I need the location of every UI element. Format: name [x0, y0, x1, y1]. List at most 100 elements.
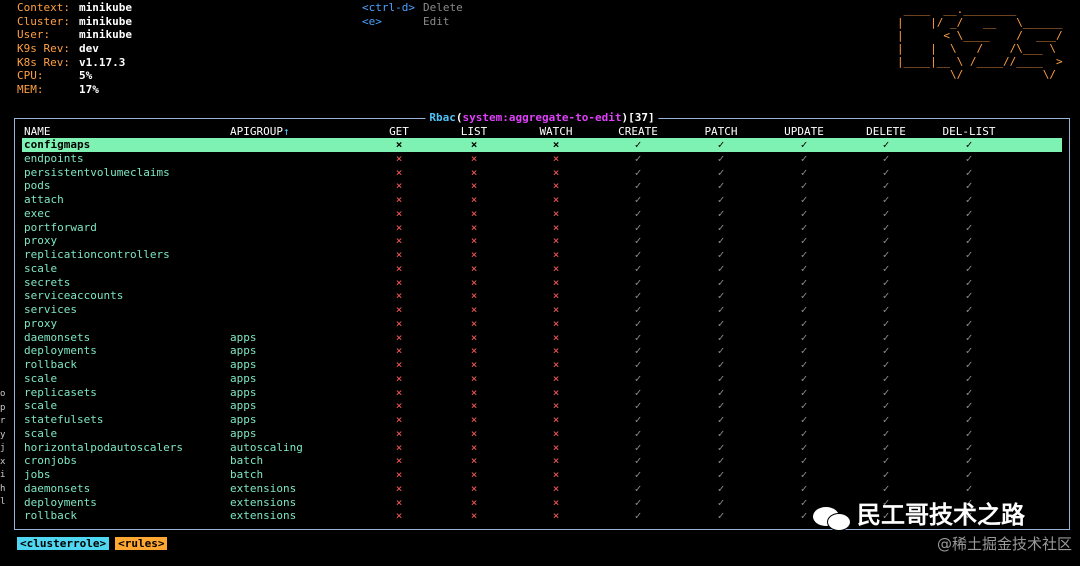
permission-mark: × [395, 261, 403, 275]
resource-name: rollback [24, 509, 77, 523]
cluster-info-row: Cluster: minikube [17, 15, 132, 29]
cluster-info-value: minikube [79, 28, 132, 42]
table-row[interactable]: scale apps × × × ✓ ✓ ✓ ✓ ✓ [15, 372, 1069, 386]
cluster-info-value: dev [79, 42, 99, 56]
permission-mark: ✓ [634, 358, 642, 371]
watermark-text: 民工哥技术之路 [857, 501, 1025, 530]
permission-mark: × [470, 454, 478, 468]
cluster-info-row: K8s Rev: v1.17.3 [17, 56, 132, 70]
table-row[interactable]: persistentvolumeclaims × × × ✓ ✓ ✓ ✓ ✓ [15, 166, 1069, 180]
table-row[interactable]: attach × × × ✓ ✓ ✓ ✓ ✓ [15, 193, 1069, 207]
permission-mark: × [395, 481, 403, 495]
table-row[interactable]: scale apps × × × ✓ ✓ ✓ ✓ ✓ [15, 427, 1069, 441]
permission-mark: × [395, 371, 403, 385]
column-header-apigroup[interactable]: APIGROUP↑ [230, 125, 290, 139]
table-row[interactable]: jobs batch × × × ✓ ✓ ✓ ✓ ✓ [15, 468, 1069, 482]
table-row[interactable]: scale apps × × × ✓ ✓ ✓ ✓ ✓ [15, 399, 1069, 413]
table-row[interactable]: serviceaccounts × × × ✓ ✓ ✓ ✓ ✓ [15, 289, 1069, 303]
permission-mark: ✓ [634, 303, 642, 316]
shortcut-edit[interactable]: <e> Edit [362, 15, 463, 29]
column-header-label: GET [389, 125, 409, 138]
permission-mark: ✓ [634, 275, 642, 289]
table-row[interactable]: services × × × ✓ ✓ ✓ ✓ ✓ [15, 303, 1069, 317]
permission-mark: × [395, 289, 403, 303]
permission-mark: ✓ [717, 316, 725, 330]
permission-mark: × [395, 440, 403, 454]
permission-mark: ✓ [965, 454, 973, 468]
table-row[interactable]: cronjobs batch × × × ✓ ✓ ✓ ✓ ✓ [15, 454, 1069, 468]
table-row[interactable]: endpoints × × × ✓ ✓ ✓ ✓ ✓ [15, 152, 1069, 166]
table-row[interactable]: proxy × × × ✓ ✓ ✓ ✓ ✓ [15, 234, 1069, 248]
permission-mark: ✓ [717, 509, 725, 523]
permission-mark: × [470, 399, 478, 413]
permission-mark: ✓ [634, 151, 642, 165]
breadcrumb-item[interactable]: <rules> [115, 537, 168, 550]
permission-mark: ✓ [717, 413, 725, 426]
permission-mark: ✓ [882, 344, 890, 358]
table-row[interactable]: horizontalpodautoscalers autoscaling × × × ✓ ✓… [15, 441, 1069, 455]
cluster-info-row: User: minikube [17, 28, 132, 42]
permission-mark: ✓ [800, 454, 808, 468]
permission-mark: ✓ [634, 344, 642, 358]
permission-mark: ✓ [634, 179, 642, 193]
permission-mark: × [552, 344, 560, 358]
permission-mark: × [395, 165, 403, 179]
table-row[interactable]: replicasets apps × × × ✓ ✓ ✓ ✓ ✓ [15, 386, 1069, 400]
resource-apigroup: apps [230, 371, 257, 385]
permission-mark: × [470, 316, 478, 330]
permission-mark: ✓ [717, 371, 725, 385]
permission-mark: ✓ [717, 303, 725, 316]
table-row[interactable]: daemonsets extensions × × × ✓ ✓ ✓ ✓ ✓ [15, 482, 1069, 496]
left-edge-glyph: x [0, 456, 6, 467]
permission-mark: ✓ [717, 234, 725, 248]
table-row[interactable]: rollback apps × × × ✓ ✓ ✓ ✓ ✓ [15, 358, 1069, 372]
permission-mark: ✓ [965, 193, 973, 206]
left-edge-glyph: h [0, 483, 6, 494]
permission-mark: ✓ [882, 261, 890, 275]
column-header-name[interactable]: NAME [24, 125, 51, 139]
resource-apigroup: batch [230, 454, 264, 468]
permission-mark: × [395, 344, 403, 358]
permission-mark: × [395, 303, 403, 316]
left-edge-glyph: j [0, 443, 6, 453]
permission-mark: × [395, 316, 403, 330]
cluster-info-row: Context: minikube [17, 1, 132, 15]
shortcut-action: Edit [423, 14, 450, 28]
permission-mark: ✓ [634, 399, 642, 413]
permission-mark: ✓ [717, 330, 725, 344]
table-row[interactable]: exec × × × ✓ ✓ ✓ ✓ ✓ [15, 207, 1069, 221]
permission-mark: ✓ [717, 468, 725, 481]
table-row[interactable]: portforward × × × ✓ ✓ ✓ ✓ ✓ [15, 221, 1069, 235]
permission-mark: × [470, 234, 478, 248]
permission-mark: ✓ [634, 509, 642, 523]
permission-mark: ✓ [965, 330, 973, 344]
permission-mark: ✓ [882, 289, 890, 303]
table-row[interactable]: proxy × × × ✓ ✓ ✓ ✓ ✓ [15, 317, 1069, 331]
shortcut-delete[interactable]: <ctrl-d> Delete [362, 1, 463, 15]
permission-mark: ✓ [882, 468, 890, 481]
table-row[interactable]: deployments apps × × × ✓ ✓ ✓ ✓ ✓ [15, 344, 1069, 358]
table-row[interactable]: replicationcontrollers × × × ✓ ✓ ✓ ✓ ✓ [15, 248, 1069, 262]
permission-mark: ✓ [634, 220, 642, 234]
resource-name: portforward [24, 220, 97, 234]
permission-mark: ✓ [800, 316, 808, 330]
breadcrumb-item[interactable]: <clusterrole> [17, 537, 110, 550]
permission-mark: ✓ [882, 385, 890, 399]
permission-mark: ✓ [800, 275, 808, 289]
permission-mark: ✓ [965, 206, 973, 220]
table-row[interactable]: scale × × × ✓ ✓ ✓ ✓ ✓ [15, 262, 1069, 276]
permission-mark: × [470, 193, 478, 206]
permission-mark: ✓ [717, 454, 725, 468]
cluster-info-key: K9s Rev: [17, 42, 70, 56]
permission-mark: × [470, 426, 478, 440]
permission-mark: ✓ [634, 165, 642, 179]
table-row-selected[interactable]: configmaps × × × ✓ ✓ ✓ ✓ ✓ [22, 138, 1062, 152]
left-edge-glyph: l [0, 497, 6, 507]
permission-mark: ✓ [882, 358, 890, 371]
table-row[interactable]: secrets × × × ✓ ✓ ✓ ✓ ✓ [15, 276, 1069, 290]
table-row[interactable]: statefulsets apps × × × ✓ ✓ ✓ ✓ ✓ [15, 413, 1069, 427]
cluster-info-key: User: [17, 28, 51, 42]
cluster-info-key: Cluster: [17, 14, 70, 28]
table-row[interactable]: daemonsets apps × × × ✓ ✓ ✓ ✓ ✓ [15, 331, 1069, 345]
table-row[interactable]: pods × × × ✓ ✓ ✓ ✓ ✓ [15, 179, 1069, 193]
